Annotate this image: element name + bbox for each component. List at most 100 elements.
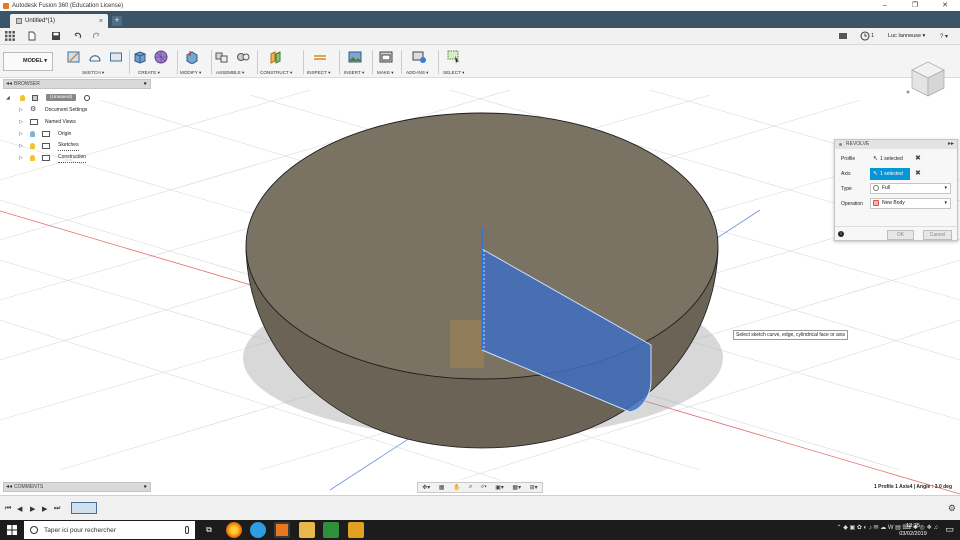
offset-plane-icon[interactable] xyxy=(269,50,283,64)
firefox-icon[interactable] xyxy=(226,522,242,538)
revolve-dialog-header[interactable]: REVOLVE ▸▸ xyxy=(835,140,957,149)
clear-profile-icon[interactable]: ✖ xyxy=(915,153,921,165)
browser-panel-header[interactable]: ◂◂ BROWSER ● xyxy=(3,79,151,89)
sublime-text-icon[interactable] xyxy=(348,522,364,538)
assemble-menu-label[interactable]: ASSEMBLE ▾ xyxy=(216,70,244,76)
rectangle-tool-icon[interactable] xyxy=(109,50,123,64)
orbit-icon[interactable]: ✥▾ xyxy=(422,484,430,491)
job-status-clock-icon[interactable] xyxy=(860,31,870,41)
file-explorer-icon[interactable] xyxy=(299,522,315,538)
press-pull-icon[interactable] xyxy=(185,50,199,64)
expand-arrow-icon[interactable]: ▷ xyxy=(19,152,23,164)
make-group[interactable]: MAKE ▾ xyxy=(375,48,399,76)
expand-arrow-icon[interactable]: ▷ xyxy=(19,128,23,140)
cancel-button[interactable]: Cancel xyxy=(923,230,952,240)
create-group[interactable]: CREATE ▾ xyxy=(132,48,174,76)
collapse-comments-icon[interactable]: ◂◂ xyxy=(6,483,12,492)
add-comment-icon[interactable]: ● xyxy=(143,483,147,492)
make-menu-label[interactable]: MAKE ▾ xyxy=(377,70,394,76)
operation-dropdown[interactable]: New Body ▾ xyxy=(870,198,951,209)
go-to-end-icon[interactable]: ⏭ xyxy=(54,505,60,513)
go-to-start-icon[interactable]: ⏮ xyxy=(5,505,11,513)
inspect-menu-label[interactable]: INSPECT ▾ xyxy=(307,70,330,76)
inspect-group[interactable]: INSPECT ▾ xyxy=(306,48,336,76)
form-icon[interactable] xyxy=(154,50,168,64)
maximize-button[interactable]: ❐ xyxy=(900,0,930,11)
visibility-bulb-icon[interactable] xyxy=(30,131,35,137)
fusion-360-taskbar-icon[interactable] xyxy=(274,522,290,538)
app-launcher-icon[interactable] xyxy=(323,522,339,538)
modify-menu-label[interactable]: MODIFY ▾ xyxy=(180,70,201,76)
windows-start-icon[interactable] xyxy=(7,525,17,535)
info-icon[interactable]: i xyxy=(838,231,844,237)
play-icon[interactable]: ▶ xyxy=(30,505,35,513)
browser-item-named-views[interactable]: ▷ Named Views xyxy=(6,116,156,128)
expand-arrow-icon[interactable]: ▷ xyxy=(19,140,23,152)
collapse-browser-icon[interactable]: ◂◂ xyxy=(6,80,12,89)
construct-menu-label[interactable]: CONSTRUCT ▾ xyxy=(260,70,292,76)
display-settings-icon[interactable]: ▣▾ xyxy=(495,484,504,491)
collapse-arrow-icon[interactable]: ◢ xyxy=(6,92,10,104)
sketch-group[interactable]: SKETCH ▾ xyxy=(66,48,106,76)
fit-icon[interactable]: ⌕▾ xyxy=(481,484,487,491)
minimize-button[interactable]: – xyxy=(870,0,900,11)
timeline-sketch-feature[interactable] xyxy=(71,502,97,514)
save-icon[interactable] xyxy=(51,31,61,41)
insert-group[interactable]: INSERT ▾ xyxy=(342,48,370,76)
comments-panel-header[interactable]: ◂◂ COMMENTS ● xyxy=(3,482,151,492)
construct-group[interactable]: CONSTRUCT ▾ xyxy=(260,48,300,76)
pan-hand-icon[interactable]: ✋ xyxy=(453,484,460,491)
create-menu-label[interactable]: CREATE ▾ xyxy=(138,70,160,76)
insert-menu-label[interactable]: INSERT ▾ xyxy=(344,70,364,76)
expand-dialog-icon[interactable]: ▸▸ xyxy=(948,140,954,149)
browser-pin-icon[interactable]: ● xyxy=(143,80,147,89)
create-sketch-icon[interactable] xyxy=(67,50,81,64)
select-group[interactable]: SELECT ▾ xyxy=(441,48,469,76)
browser-item-sketches[interactable]: ▷ Sketches xyxy=(6,140,156,152)
scripts-add-ins-icon[interactable] xyxy=(412,50,426,64)
visibility-bulb-icon[interactable] xyxy=(30,155,35,161)
notifications-icon[interactable] xyxy=(838,31,848,41)
browser-item-origin[interactable]: ▷ Origin xyxy=(6,128,156,140)
undo-icon[interactable] xyxy=(72,31,82,41)
close-tab-icon[interactable]: × xyxy=(99,18,103,25)
clear-axis-icon[interactable]: ✖ xyxy=(915,168,921,180)
visibility-bulb-icon[interactable] xyxy=(30,143,35,149)
sketch-menu-label[interactable]: SKETCH ▾ xyxy=(82,70,104,76)
activate-radio-icon[interactable] xyxy=(84,95,90,101)
document-tab[interactable]: Untitled*(1) × xyxy=(10,14,108,28)
zoom-icon[interactable]: ⌕ xyxy=(469,484,472,491)
redo-icon[interactable] xyxy=(92,31,102,41)
ok-button[interactable]: OK xyxy=(887,230,914,240)
add-ins-group[interactable]: ADD-INS ▾ xyxy=(404,48,436,76)
visibility-bulb-icon[interactable] xyxy=(20,95,25,101)
modify-group[interactable]: MODIFY ▾ xyxy=(180,48,208,76)
user-account-menu[interactable]: Luc Ianneuse ▾ xyxy=(888,33,925,39)
look-at-icon[interactable]: ▦ xyxy=(439,484,445,491)
taskbar-clock[interactable]: 13:35 03/02/2019 xyxy=(896,522,930,538)
workspace-switcher[interactable]: MODEL ▾ xyxy=(3,52,53,71)
task-view-icon[interactable]: ⧉ xyxy=(201,522,217,538)
browser-root[interactable]: ◢ (Unsaved) xyxy=(6,92,156,104)
assemble-group[interactable]: ASSEMBLE ▾ xyxy=(214,48,254,76)
new-tab-button[interactable]: + xyxy=(112,16,122,26)
select-menu-label[interactable]: SELECT ▾ xyxy=(443,70,464,76)
select-tool-icon[interactable] xyxy=(447,50,461,64)
expand-arrow-icon[interactable]: ▷ xyxy=(19,104,23,116)
type-dropdown[interactable]: Full ▾ xyxy=(870,183,951,194)
close-button[interactable]: ✕ xyxy=(930,0,960,11)
browser-item-document-settings[interactable]: ▷ ⚙ Document Settings xyxy=(6,104,156,116)
insert-canvas-icon[interactable] xyxy=(348,50,362,64)
microphone-icon[interactable] xyxy=(185,526,189,534)
new-component-icon[interactable] xyxy=(215,50,229,64)
expand-arrow-icon[interactable]: ▷ xyxy=(19,116,23,128)
data-panel-grid-icon[interactable] xyxy=(5,31,15,41)
3d-print-icon[interactable] xyxy=(379,50,393,64)
help-menu[interactable]: ? ▾ xyxy=(940,33,948,40)
browser-item-construction[interactable]: ▷ Construction xyxy=(6,152,156,164)
file-menu-icon[interactable] xyxy=(27,31,37,41)
viewcube[interactable] xyxy=(904,56,952,100)
joint-icon[interactable] xyxy=(236,50,250,64)
grid-settings-icon[interactable]: ▦▾ xyxy=(512,484,521,491)
taskbar-search-box[interactable]: Taper ici pour rechercher xyxy=(24,521,195,539)
